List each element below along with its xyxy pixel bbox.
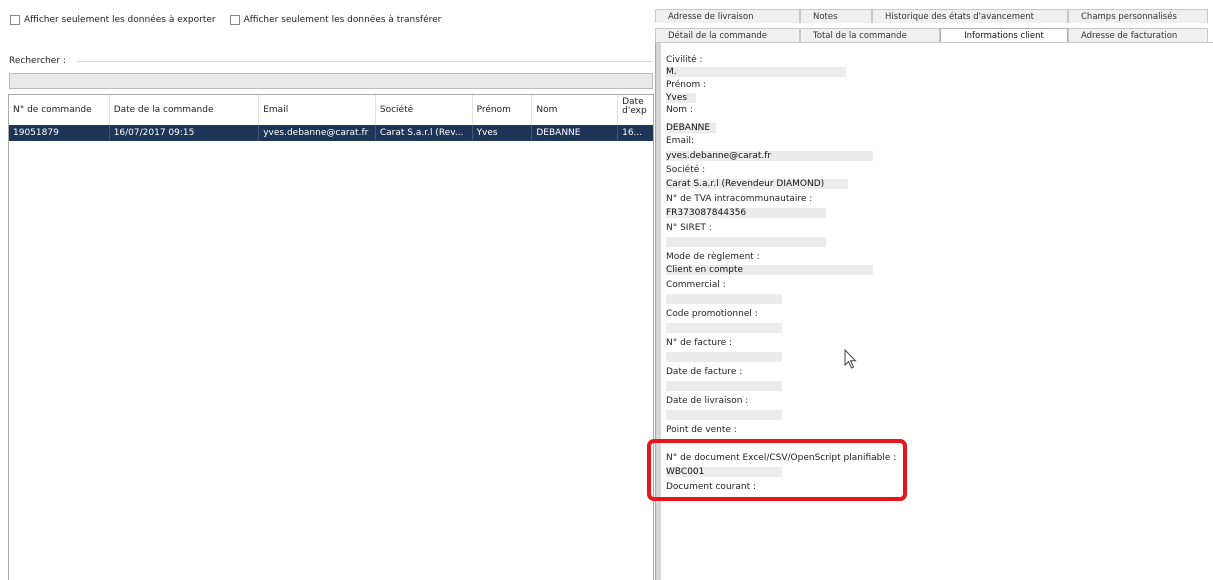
tab-billing-address[interactable]: Adresse de facturation (1068, 28, 1208, 42)
search-divider (77, 61, 653, 62)
search-input[interactable] (9, 73, 653, 89)
tab-label: Notes (813, 11, 838, 22)
siret-value (666, 237, 826, 247)
tab-label: Informations client (964, 30, 1044, 41)
col-header-order-date[interactable]: Date de la commande (110, 95, 260, 125)
export-only-label: Afficher seulement les données à exporte… (24, 15, 216, 25)
search-label: Rechercher : (9, 56, 69, 66)
payment-mode-label: Mode de règlement : (666, 252, 760, 262)
tab-delivery-address[interactable]: Adresse de livraison (655, 9, 800, 23)
table-row[interactable]: 19051879 16/07/2017 09:15 yves.debanne@c… (9, 125, 653, 141)
sales-rep-value (666, 294, 782, 304)
filter-row: Afficher seulement les données à exporte… (10, 13, 455, 27)
tab-progress-history[interactable]: Historique des états d'avancement (872, 9, 1068, 23)
orders-table: N° de commande Date de la commande Email… (8, 94, 654, 580)
cell-lastname[interactable]: DEBANNE (532, 125, 619, 141)
siret-label: N° SIRET : (666, 223, 712, 233)
tab-label: Total de la commande (813, 30, 907, 41)
delivery-date-value (666, 410, 782, 420)
mouse-cursor-icon (844, 349, 857, 369)
firstname-label: Prénom : (666, 80, 707, 90)
email-value: yves.debanne@carat.fr (666, 151, 873, 161)
civility-label: Civilité : (666, 55, 703, 65)
vat-value: FR373087844356 (666, 208, 826, 218)
tab-custom-fields[interactable]: Champs personnalisés (1068, 9, 1208, 23)
sales-rep-label: Commercial : (666, 280, 726, 290)
transfer-only-label: Afficher seulement les données à transfé… (243, 15, 442, 25)
col-header-lastname[interactable]: Nom (532, 95, 619, 125)
invoice-number-label: N° de facture : (666, 338, 733, 348)
promo-code-label: Code promotionnel : (666, 309, 758, 319)
tab-label: Adresse de facturation (1081, 30, 1178, 41)
col-header-order-number[interactable]: N° de commande (9, 95, 110, 125)
tab-order-total[interactable]: Total de la commande (800, 28, 940, 42)
civility-value: M. (666, 67, 846, 77)
invoice-date-label: Date de facture : (666, 367, 743, 377)
cell-firstname[interactable]: Yves (473, 125, 533, 141)
cell-company[interactable]: Carat S.a.r.l (Rev... (376, 125, 473, 141)
col-header-firstname[interactable]: Prénom (473, 95, 533, 125)
cell-email[interactable]: yves.debanne@carat.fr (259, 125, 376, 141)
col-header-company[interactable]: Société (376, 95, 473, 125)
tab-label: Adresse de livraison (668, 11, 754, 22)
tab-label: Détail de la commande (668, 30, 767, 41)
cell-ship-date[interactable]: 16... (618, 125, 653, 141)
vat-label: N° de TVA intracommunautaire : (666, 194, 813, 204)
payment-mode-value: Client en compte (666, 265, 873, 275)
lastname-value: DEBANNE (666, 123, 716, 133)
point-of-sale-label: Point de vente : (666, 425, 737, 435)
email-label: Email: (666, 136, 695, 146)
transfer-only-checkbox[interactable] (229, 15, 240, 25)
annotation-highlight (647, 439, 907, 501)
table-header: N° de commande Date de la commande Email… (9, 95, 653, 126)
lastname-label: Nom : (666, 105, 693, 115)
promo-code-value (666, 323, 782, 333)
delivery-date-label: Date de livraison : (666, 396, 749, 406)
col-header-ship-date[interactable]: Date d'exp (618, 95, 653, 125)
cell-order-number[interactable]: 19051879 (9, 125, 110, 141)
tab-order-detail[interactable]: Détail de la commande (655, 28, 800, 42)
firstname-value: Yves (666, 93, 696, 103)
company-value: Carat S.a.r.l (Revendeur DIAMOND) (666, 179, 848, 189)
col-header-email[interactable]: Email (259, 95, 376, 125)
tab-row-2: Détail de la commande Total de la comman… (655, 28, 1208, 42)
invoice-date-value (666, 381, 782, 391)
orders-pane: Afficher seulement les données à exporte… (0, 0, 655, 580)
tab-label: Champs personnalisés (1081, 11, 1177, 22)
tab-notes[interactable]: Notes (800, 9, 872, 23)
invoice-number-value (666, 352, 782, 362)
tab-label: Historique des états d'avancement (885, 11, 1034, 22)
export-only-checkbox[interactable] (10, 15, 20, 25)
company-label: Société : (666, 165, 706, 175)
cell-order-date[interactable]: 16/07/2017 09:15 (110, 125, 260, 141)
tab-customer-info[interactable]: Informations client (940, 28, 1068, 42)
tab-row-1: Adresse de livraison Notes Historique de… (655, 9, 1208, 23)
